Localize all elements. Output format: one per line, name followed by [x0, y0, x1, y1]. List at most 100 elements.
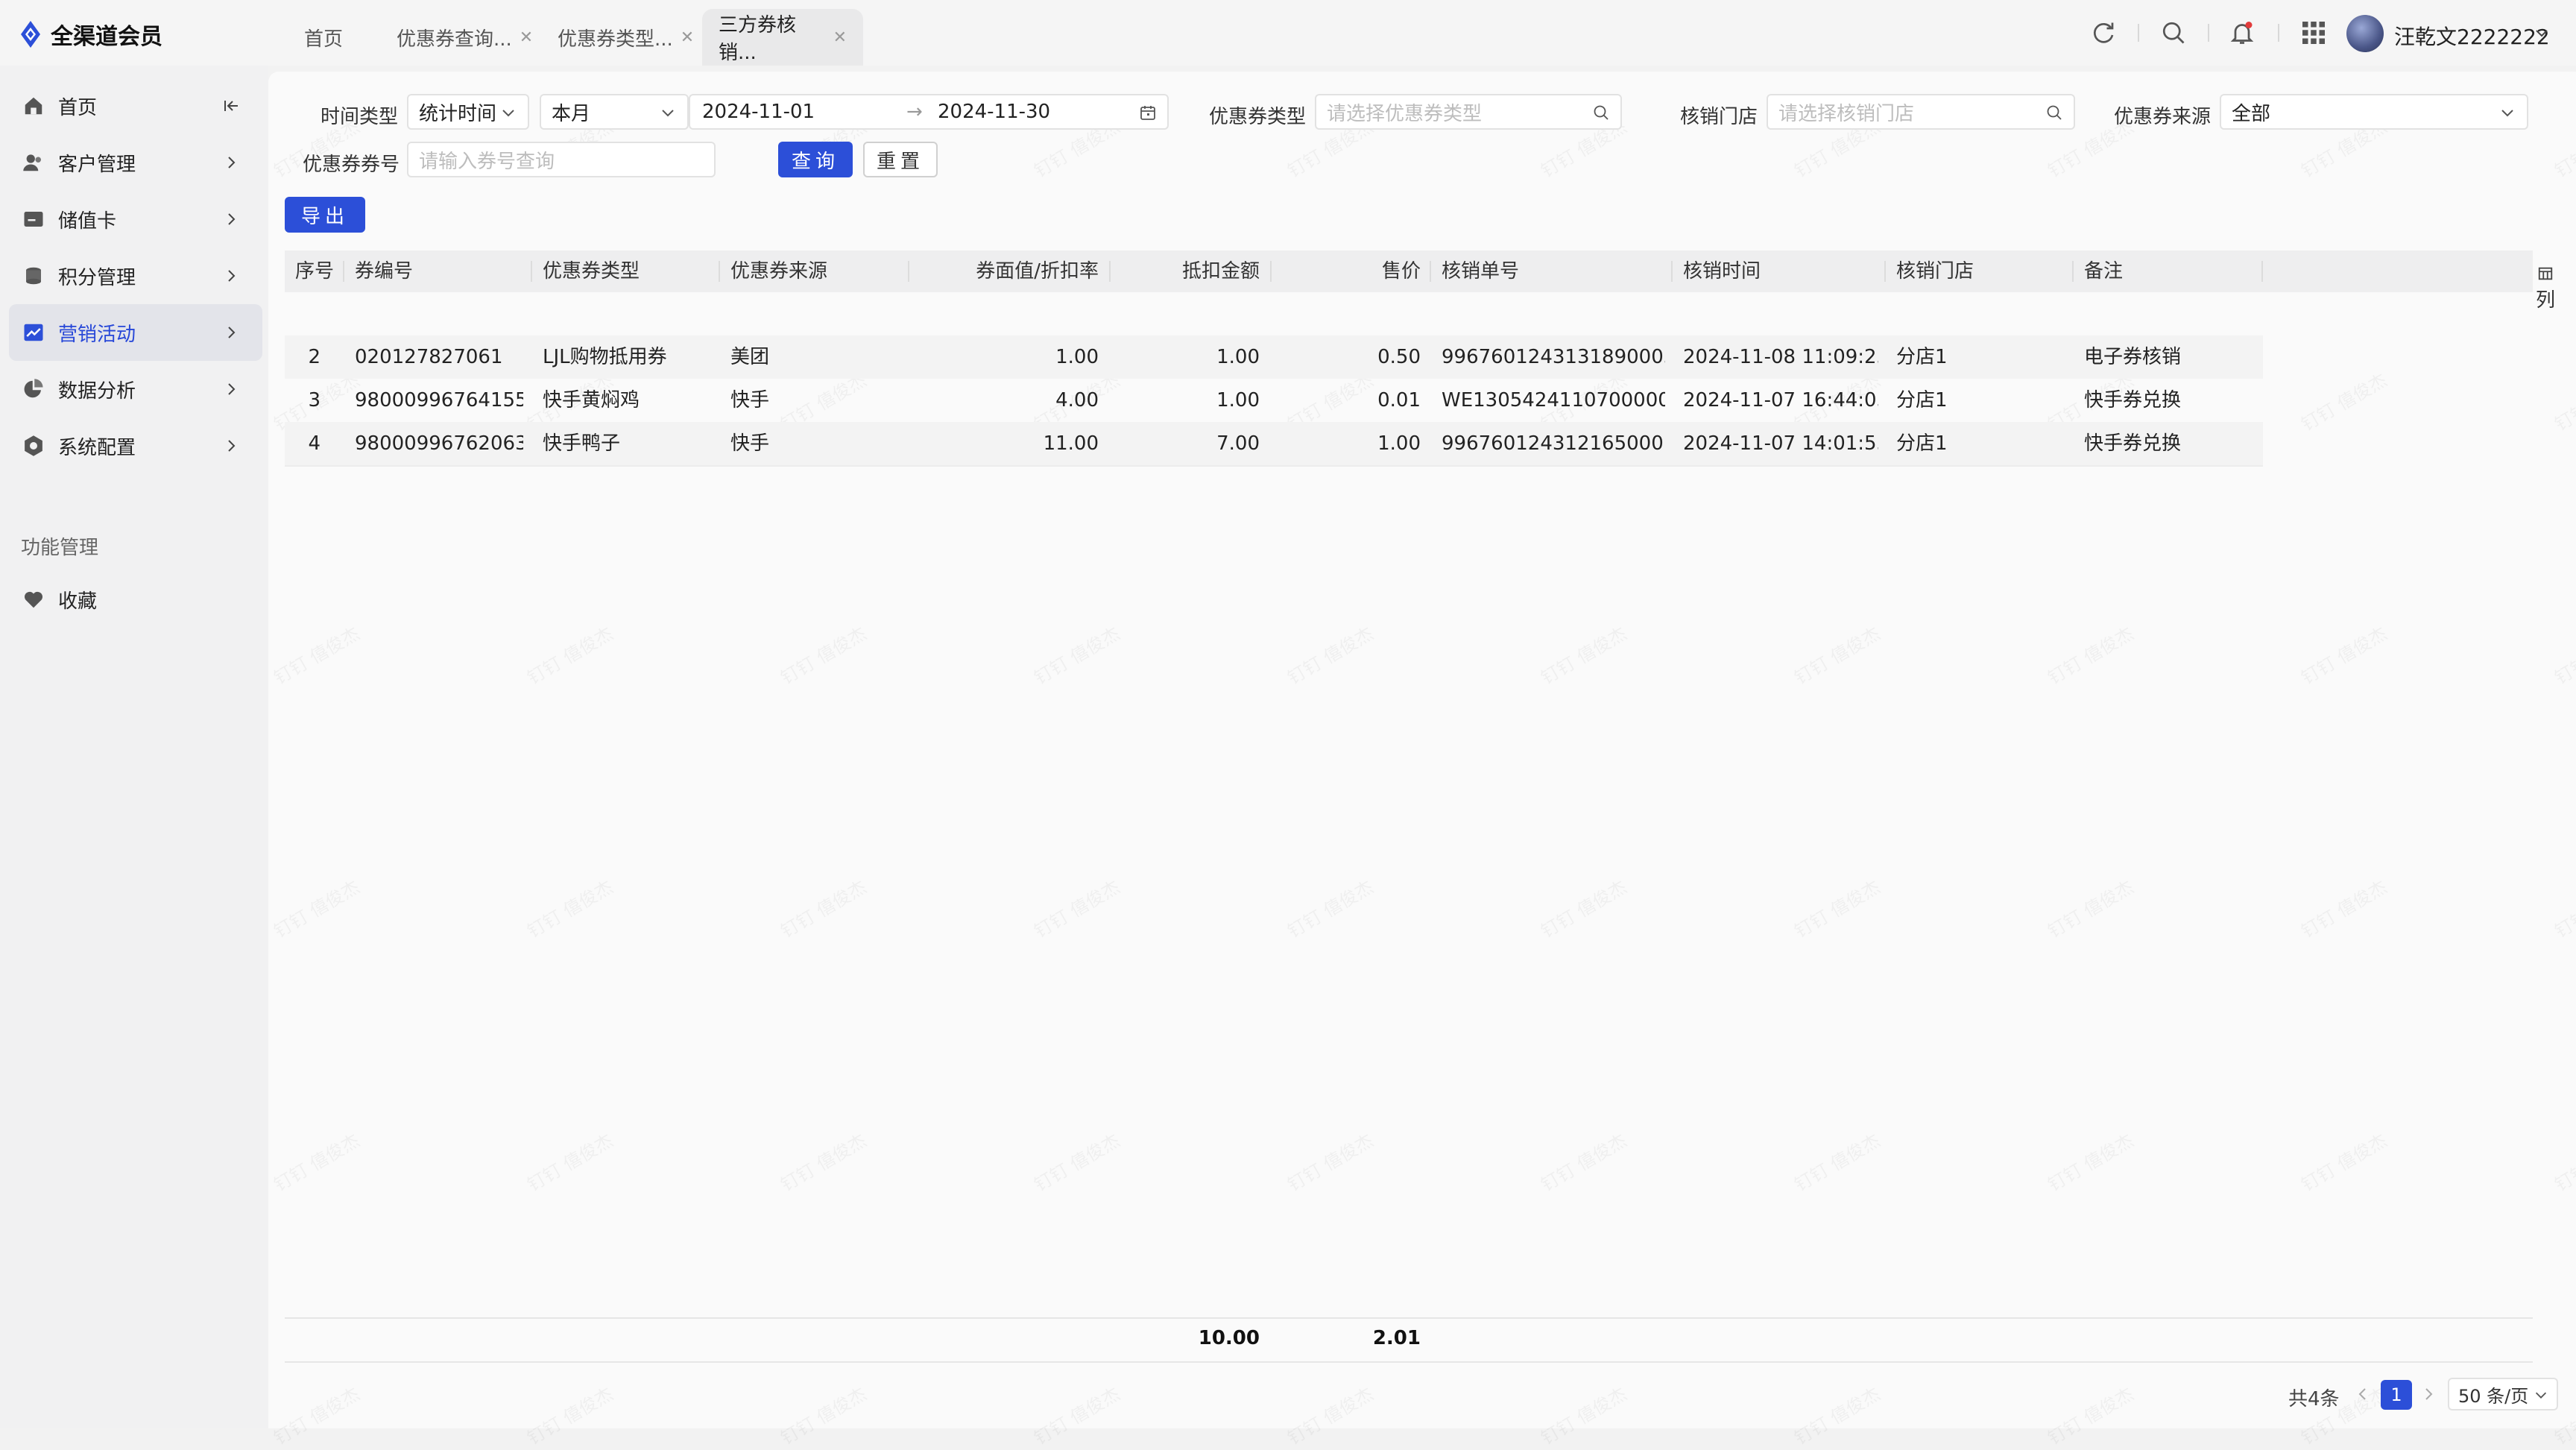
calendar-icon[interactable]: [1139, 104, 1157, 122]
col-header: 券编号: [355, 260, 414, 283]
sidebar-item-home[interactable]: 首页: [9, 78, 262, 134]
cell-store: 分店1: [1896, 346, 1948, 368]
chevron-left-icon[interactable]: [2354, 1385, 2372, 1403]
chevron-down-icon: [2535, 1392, 2547, 1399]
cell-store: 分店1: [1896, 389, 1948, 412]
cell-store: 分店1: [1896, 432, 1948, 455]
card-icon: [24, 212, 43, 227]
sidebar-item-favorites[interactable]: 收藏: [9, 571, 262, 628]
cell-coupon-no: 98000996764155…: [355, 389, 523, 412]
cell-deduct-amount: 7.00: [1216, 432, 1260, 455]
apps-grid-icon[interactable]: [2300, 19, 2327, 46]
divider: [2138, 24, 2139, 42]
column-settings-label: 列: [2535, 289, 2555, 312]
app-name: 全渠道会员: [51, 24, 162, 50]
search-icon: [1594, 105, 1609, 120]
refresh-icon[interactable]: [2090, 19, 2117, 46]
pie-icon: [24, 379, 43, 398]
close-icon[interactable]: ✕: [681, 28, 694, 47]
chevron-right-icon: [228, 270, 236, 282]
export-button[interactable]: 导出: [285, 197, 365, 233]
cell-price: 1.00: [1377, 432, 1421, 455]
chevron-right-icon: [228, 440, 236, 452]
coupon-no-input[interactable]: 请输入券号查询: [407, 142, 716, 177]
source-value: 全部: [2232, 102, 2271, 125]
date-range-picker[interactable]: 2024-11-01 → 2024-11-30: [689, 94, 1169, 130]
summary-top-border: [285, 1317, 2533, 1319]
logo-icon: [21, 21, 40, 48]
sidebar-item-label: 系统配置: [58, 436, 136, 459]
coins-icon: [26, 267, 41, 285]
cell-time: 2024-11-07 16:44:03: [1683, 389, 1878, 412]
sidebar-item-customers[interactable]: 客户管理: [9, 134, 262, 191]
cell-coupon-no: 020127827061: [355, 346, 503, 368]
column-divider: [1109, 261, 1111, 282]
sidebar-item-system-config[interactable]: 系统配置: [9, 417, 262, 474]
app-logo[interactable]: 全渠道会员: [19, 18, 162, 51]
sidebar-item-stored-value-card[interactable]: 储值卡: [9, 191, 262, 248]
chevron-down-icon: [502, 110, 514, 117]
search-icon: [2047, 105, 2062, 120]
sidebar-item-label: 营销活动: [58, 323, 136, 346]
cell-coupon-type: 快手黄焖鸡: [543, 389, 640, 412]
col-header: 券面值/折扣率: [976, 260, 1099, 283]
cell-price: 0.01: [1377, 389, 1421, 412]
coupon-type-select[interactable]: 请选择优惠券类型: [1315, 94, 1622, 130]
cell-source: 快手: [730, 389, 770, 412]
column-divider: [343, 261, 344, 282]
table-row[interactable]: 3 98000996764155… 快手黄焖鸡 快手 4.00 1.00 0.0…: [285, 379, 2263, 422]
sidebar: 首页 客户管理 储值卡 积分管理 营销活动 数据分析 系统配置 功能管理 收藏: [0, 66, 268, 1428]
col-header: 序号: [295, 260, 335, 283]
close-icon[interactable]: ✕: [833, 28, 847, 47]
source-select[interactable]: 全部: [2220, 94, 2528, 130]
chevron-right-icon[interactable]: [2419, 1385, 2437, 1403]
table-row[interactable]: 2 020127827061 LJL购物抵用券 美团 1.00 1.00 0.5…: [285, 335, 2263, 379]
user-name[interactable]: 汪乾文2222222: [2394, 21, 2550, 51]
collapse-sidebar-icon[interactable]: [222, 97, 240, 115]
sidebar-item-label: 客户管理: [58, 153, 136, 176]
tab-label: 优惠券类型...: [558, 28, 673, 51]
summary-price-total: 2.01: [1372, 1327, 1421, 1349]
column-divider: [2072, 261, 2074, 282]
search-icon[interactable]: [2160, 19, 2187, 46]
store-select[interactable]: 请选择核销门店: [1767, 94, 2075, 130]
divider: [2278, 24, 2279, 42]
close-icon[interactable]: ✕: [520, 28, 533, 47]
query-button[interactable]: 查询: [778, 142, 853, 177]
cell-deduct-amount: 1.00: [1216, 389, 1260, 412]
column-settings-button[interactable]: 列: [2533, 265, 2558, 312]
reset-button[interactable]: 重置: [863, 142, 938, 177]
tab-home[interactable]: 首页: [288, 9, 359, 66]
cell-source: 美团: [730, 346, 770, 368]
cell-order-no: WE13054241107000007: [1442, 389, 1665, 412]
col-header: 备注: [2084, 260, 2124, 283]
column-divider: [1671, 261, 1673, 282]
tab-third-party-redeem[interactable]: 三方券核销... ✕: [702, 9, 863, 66]
chevron-down-icon[interactable]: [2533, 24, 2551, 42]
tab-label: 优惠券查询...: [397, 28, 512, 51]
tab-coupon-query[interactable]: 优惠券查询... ✕: [380, 9, 549, 66]
sidebar-item-label: 数据分析: [58, 379, 136, 403]
table-header: 序号 券编号 优惠券类型 优惠券来源 券面值/折扣率 抵扣金额 售价 核销单号 …: [285, 250, 2533, 292]
home-icon: [25, 97, 42, 115]
bell-icon[interactable]: [2229, 19, 2255, 46]
tab-coupon-type[interactable]: 优惠券类型... ✕: [541, 9, 710, 66]
columns-icon: [2538, 267, 2553, 280]
time-type-select[interactable]: 统计时间: [407, 94, 529, 130]
summary-bottom-border: [285, 1361, 2533, 1363]
table-row[interactable]: 4 98000996762063… 快手鸭子 快手 11.00 7.00 1.0…: [285, 422, 2263, 465]
column-divider: [1884, 261, 1886, 282]
column-divider: [908, 261, 909, 282]
sidebar-item-data-analysis[interactable]: 数据分析: [9, 361, 262, 417]
cell-face-value: 11.00: [1043, 432, 1099, 455]
sidebar-item-points[interactable]: 积分管理: [9, 248, 262, 304]
col-header: 抵扣金额: [1181, 260, 1260, 283]
avatar[interactable]: [2346, 15, 2384, 52]
date-end: 2024-11-30: [938, 101, 1051, 123]
gear-icon: [25, 435, 42, 456]
sidebar-item-marketing[interactable]: 营销活动: [9, 304, 262, 361]
pagination-current-page[interactable]: 1: [2381, 1380, 2412, 1410]
page-size-select[interactable]: 50 条/页: [2448, 1378, 2558, 1410]
cell-index: 2: [308, 346, 321, 368]
period-select[interactable]: 本月: [540, 94, 689, 130]
